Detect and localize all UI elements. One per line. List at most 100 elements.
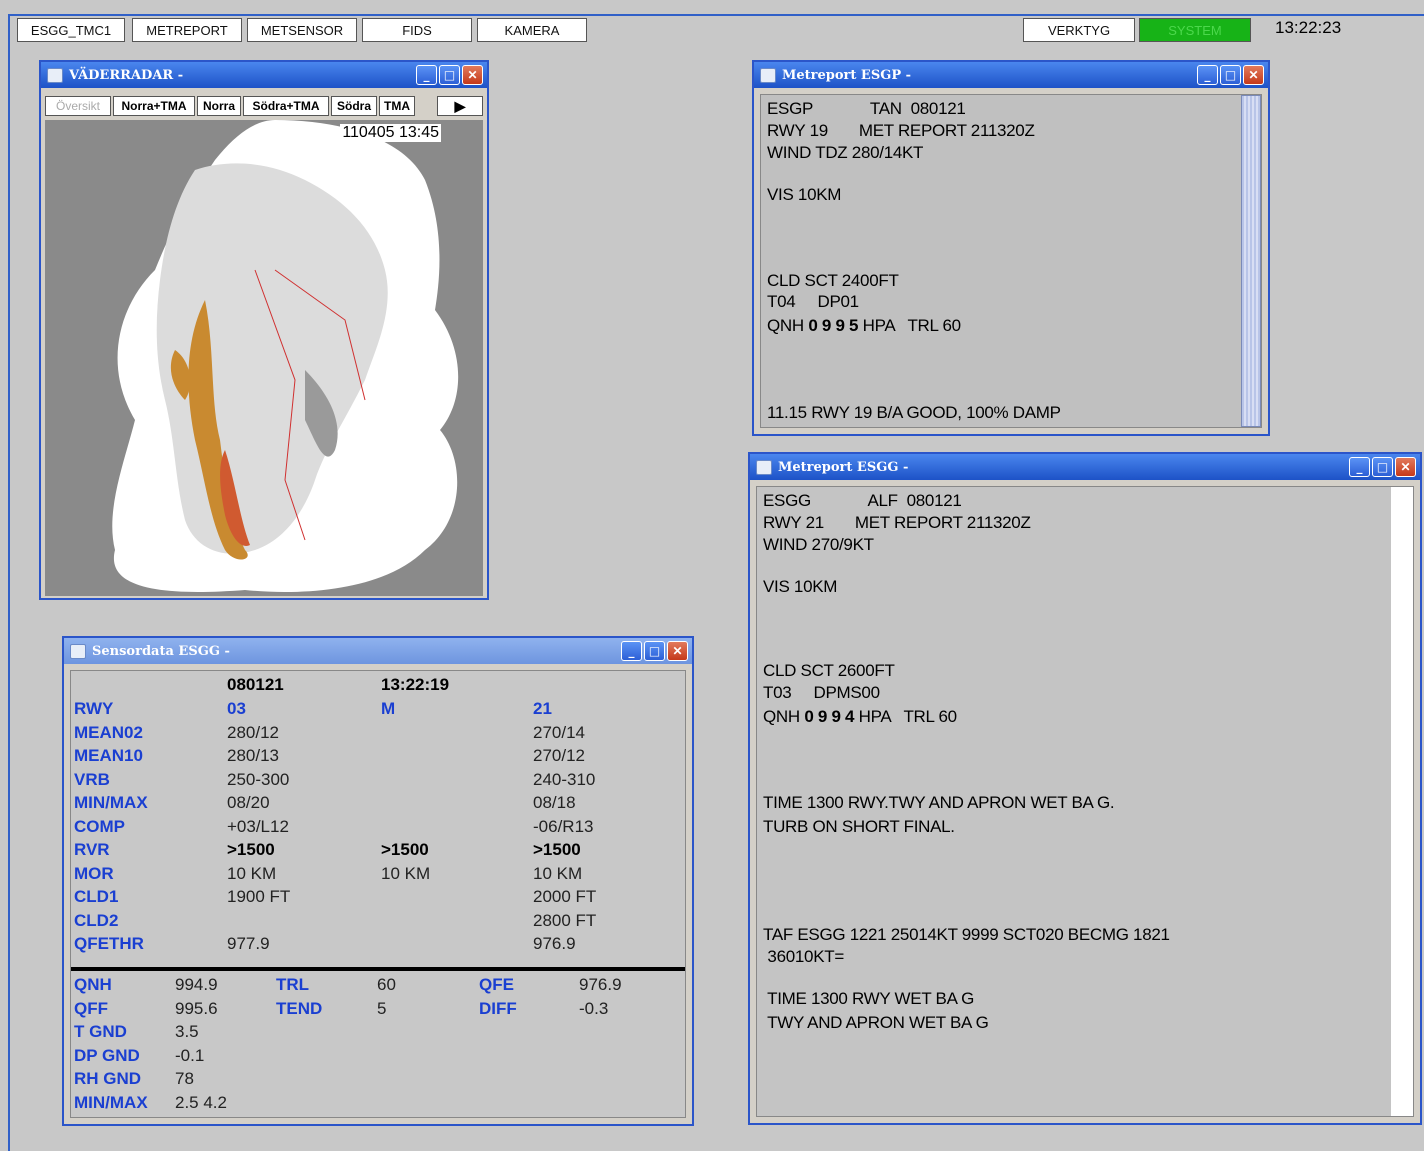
sensor-value: 1900 FT [227,887,291,906]
sensor-label: CLD2 [74,910,119,930]
verktyg-button[interactable]: VERKTYG [1023,18,1135,42]
met-line: CLD SCT 2400FT [767,271,899,290]
sensor-value: -06/R13 [533,816,594,836]
sensor-label: RWY [74,699,114,718]
window-icon [70,643,86,659]
tab-tma[interactable]: TMA [379,96,415,116]
met-line: WIND 270/9KT [763,535,874,554]
metreport-esgg-titlebar[interactable]: Metreport ESGG - _ □ ✕ [750,454,1420,480]
tab-oversikt[interactable]: Översikt [45,96,111,116]
maximize-icon[interactable]: □ [644,641,665,661]
sensor-label: DIFF [479,998,517,1018]
sensor-label: CLD1 [74,887,119,906]
minimize-icon[interactable]: _ [416,65,437,85]
met-line: ESGP TAN 080121 [767,99,966,118]
sensor-value: 03 [227,699,246,718]
sensordata-titlebar[interactable]: Sensordata ESGG - _ □ ✕ [64,638,692,664]
sensor-label: TRL [276,975,310,994]
vertical-scrollbar[interactable] [1241,95,1261,427]
nav-metreport-button[interactable]: METREPORT [132,18,242,42]
sensor-value: M [381,699,396,718]
sensor-label: MOR [74,863,114,883]
metreport-esgg-window: Metreport ESGG - _ □ ✕ ESGG ALF 080121 R… [748,452,1422,1125]
sensordata-body: 080121 13:22:19 RWY 03 M 21 MEAN02 280/12 270/… [70,670,686,1118]
sensor-value: 240-310 [533,769,596,789]
sensor-label: QFE [479,975,514,994]
sensor-time: 13:22:19 [381,675,450,694]
met-line: VIS 10KM [763,577,838,596]
nav-kamera-button[interactable]: KAMERA [477,18,587,42]
radar-title: VÄDERRADAR - [69,67,184,83]
sensor-value: -0.3 [579,998,609,1018]
window-icon [756,459,772,475]
clock: 13:22:23 [1275,18,1342,37]
sensor-value: 10 KM [533,863,583,883]
tab-norra[interactable]: Norra [197,96,241,116]
tab-norra-tma[interactable]: Norra+TMA [113,96,195,116]
play-button[interactable]: ▶ [437,96,483,116]
system-button[interactable]: SYSTEM [1139,18,1251,42]
metreport-esgp-titlebar[interactable]: Metreport ESGP - _ □ ✕ [754,62,1268,88]
sensor-value: 270/14 [533,722,585,742]
sensor-value: 60 [377,975,396,994]
close-icon[interactable]: ✕ [667,641,688,661]
maximize-icon[interactable]: □ [1372,457,1393,477]
met-remark: TURB ON SHORT FINAL. [763,817,955,836]
minimize-icon[interactable]: _ [1349,457,1370,477]
sensor-value: 78 [175,1069,194,1088]
window-icon [47,67,63,83]
sensor-value: 250-300 [227,769,290,789]
close-icon[interactable]: ✕ [1243,65,1264,85]
metreport-esgp-body: ESGP TAN 080121 RWY 19 MET REPORT 211320… [760,94,1262,428]
sensor-value: 10 KM [227,863,277,883]
sensor-label: MIN/MAX [74,793,148,812]
qnh-suffix: HPA TRL 60 [858,316,961,335]
sensor-label: QFETHR [74,934,144,953]
sensor-value: 995.6 [175,998,218,1018]
radar-titlebar[interactable]: VÄDERRADAR - _ □ ✕ [41,62,487,88]
tab-sodra-tma[interactable]: Södra+TMA [243,96,329,116]
met-line: RWY 19 MET REPORT 211320Z [767,121,1035,140]
qnh-prefix: QNH [767,316,809,335]
sensor-value: 3.5 [175,1022,199,1041]
taf-remark: TWY AND APRON WET BA G [763,1013,989,1032]
maximize-icon[interactable]: □ [1220,65,1241,85]
metreport-esgp-title: Metreport ESGP - [782,67,912,83]
taf-remark: TIME 1300 RWY WET BA G [763,989,975,1008]
met-footer: 11.15 RWY 19 B/A GOOD, 100% DAMP [767,403,1061,422]
tab-sodra[interactable]: Södra [331,96,377,116]
sensor-value: >1500 [381,840,429,859]
close-icon[interactable]: ✕ [1395,457,1416,477]
qnh-line: QNH 0 9 9 4 HPA TRL 60 [763,707,957,727]
window-icon [760,67,776,83]
maximize-icon[interactable]: □ [439,65,460,85]
nav-metsensor-button[interactable]: METSENSOR [247,18,357,42]
sensor-label: MIN/MAX [74,1092,148,1112]
nav-fids-button[interactable]: FIDS [362,18,472,42]
sensor-value: >1500 [533,840,581,859]
vertical-scrollbar[interactable] [1391,487,1413,1116]
sensor-value: 976.9 [579,975,622,994]
met-line: T04 DP01 [767,292,859,311]
sensor-label: COMP [74,816,125,836]
sensor-label: TEND [276,998,323,1018]
sensor-value: 21 [533,699,552,718]
met-line: ESGG ALF 080121 [763,491,962,510]
met-line: RWY 21 MET REPORT 211320Z [763,513,1031,532]
sensor-label: MEAN02 [74,722,143,742]
close-icon[interactable]: ✕ [462,65,483,85]
sensor-label: MEAN10 [74,746,143,765]
metreport-esgp-window: Metreport ESGP - _ □ ✕ ESGP TAN 080121 R… [752,60,1270,436]
taf-line: TAF ESGG 1221 25014KT 9999 SCT020 BECMG … [763,925,1170,944]
nav-esgg-tmc1-button[interactable]: ESGG_TMC1 [17,18,125,42]
minimize-icon[interactable]: _ [1197,65,1218,85]
sensor-value: +03/L12 [227,816,289,836]
radar-map: 110405 13:45 [45,120,483,596]
radar-timestamp: 110405 13:45 [340,124,441,142]
radar-map-image [45,120,483,596]
qnh-prefix: QNH [763,707,805,726]
met-line: VIS 10KM [767,185,842,204]
sensor-date: 080121 [227,675,284,694]
minimize-icon[interactable]: _ [621,641,642,661]
sensor-value: 08/20 [227,793,270,812]
